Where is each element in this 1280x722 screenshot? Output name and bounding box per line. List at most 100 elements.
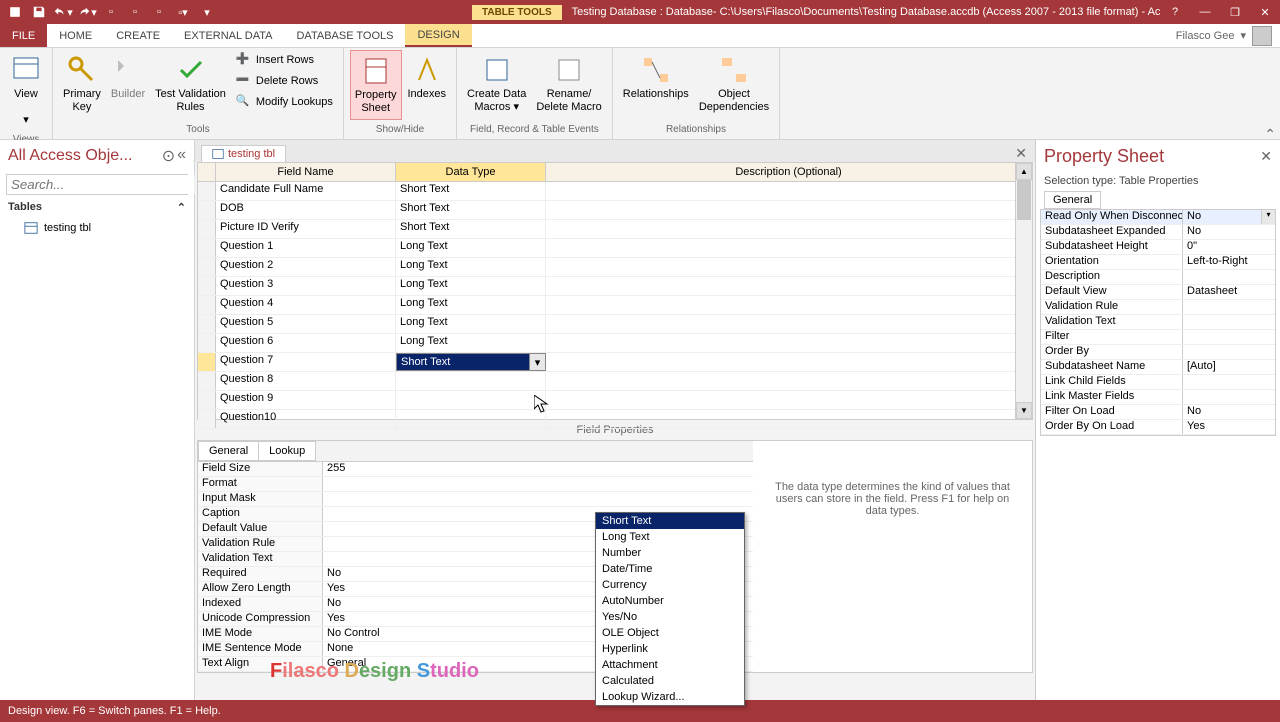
- row-selector[interactable]: [198, 258, 216, 276]
- minimize-icon[interactable]: —: [1190, 0, 1220, 24]
- search-input[interactable]: [7, 175, 194, 194]
- description-cell[interactable]: [546, 258, 1032, 276]
- row-selector[interactable]: [198, 334, 216, 352]
- description-cell[interactable]: [546, 220, 1032, 238]
- description-header[interactable]: Description (Optional): [546, 163, 1032, 181]
- nav-item-testing-tbl[interactable]: testing tbl: [0, 218, 194, 238]
- user-area[interactable]: Filasco Gee ▾: [1176, 24, 1280, 47]
- relationships-button[interactable]: Relationships: [619, 50, 693, 105]
- property-row[interactable]: Subdatasheet ExpandedNo: [1041, 225, 1275, 240]
- close-icon[interactable]: ✕: [1250, 0, 1280, 24]
- ps-value[interactable]: [1183, 300, 1275, 314]
- property-sheet-button[interactable]: Property Sheet: [350, 50, 402, 120]
- property-row[interactable]: Validation Rule: [1041, 300, 1275, 315]
- description-cell[interactable]: [546, 391, 1032, 409]
- property-row[interactable]: Description: [1041, 270, 1275, 285]
- tab-file[interactable]: FILE: [0, 24, 47, 47]
- dropdown-icon[interactable]: ▾: [1261, 210, 1275, 224]
- qat-btn-4[interactable]: ▫▾: [172, 2, 194, 22]
- restore-icon[interactable]: ❐: [1220, 0, 1250, 24]
- doc-tab-testing-tbl[interactable]: testing tbl: [201, 145, 286, 162]
- field-name-cell[interactable]: Question 7: [216, 353, 396, 371]
- ps-value[interactable]: 0": [1183, 240, 1275, 254]
- ps-value[interactable]: Yes: [1183, 420, 1275, 434]
- field-name-cell[interactable]: Question 6: [216, 334, 396, 352]
- undo-icon[interactable]: ▾: [52, 2, 74, 22]
- field-property-row[interactable]: Input Mask: [198, 492, 753, 507]
- description-cell[interactable]: [546, 277, 1032, 295]
- fp-value[interactable]: [323, 477, 753, 491]
- datatype-option[interactable]: Attachment: [596, 657, 744, 673]
- help-icon[interactable]: ?: [1160, 0, 1190, 24]
- doc-close-icon[interactable]: ✕: [1007, 145, 1035, 162]
- data-type-header[interactable]: Data Type: [396, 163, 546, 181]
- row-selector[interactable]: [198, 391, 216, 409]
- field-name-cell[interactable]: Candidate Full Name: [216, 182, 396, 200]
- description-cell[interactable]: [546, 239, 1032, 257]
- data-type-cell[interactable]: Long Text: [396, 258, 546, 276]
- ps-value[interactable]: Left-to-Right: [1183, 255, 1275, 269]
- scroll-thumb[interactable]: [1017, 180, 1031, 220]
- row-selector[interactable]: [198, 220, 216, 238]
- redo-icon[interactable]: ▾: [76, 2, 98, 22]
- property-row[interactable]: Read Only When DisconnectNo▾: [1041, 210, 1275, 225]
- field-name-cell[interactable]: DOB: [216, 201, 396, 219]
- fp-value[interactable]: 255: [323, 462, 753, 476]
- field-row[interactable]: Candidate Full NameShort Text: [198, 182, 1032, 201]
- field-name-header[interactable]: Field Name: [216, 163, 396, 181]
- field-name-cell[interactable]: Question 8: [216, 372, 396, 390]
- ps-value[interactable]: No▾: [1183, 210, 1275, 224]
- property-row[interactable]: Order By: [1041, 345, 1275, 360]
- field-row[interactable]: Question 8: [198, 372, 1032, 391]
- ps-value[interactable]: No: [1183, 405, 1275, 419]
- data-type-cell[interactable]: Short Text: [396, 201, 546, 219]
- ps-value[interactable]: [1183, 330, 1275, 344]
- tab-database-tools[interactable]: DATABASE TOOLS: [284, 24, 405, 47]
- tab-create[interactable]: CREATE: [104, 24, 172, 47]
- nav-group-tables[interactable]: Tables ⌃: [0, 197, 194, 218]
- ps-value[interactable]: [1183, 270, 1275, 284]
- tab-external-data[interactable]: EXTERNAL DATA: [172, 24, 284, 47]
- row-selector-header[interactable]: [198, 163, 216, 181]
- data-type-cell[interactable]: [396, 372, 546, 390]
- datatype-option[interactable]: Long Text: [596, 529, 744, 545]
- ps-value[interactable]: [Auto]: [1183, 360, 1275, 374]
- description-cell[interactable]: [546, 182, 1032, 200]
- grid-scrollbar[interactable]: ▲ ▼: [1015, 163, 1032, 419]
- property-row[interactable]: Filter On LoadNo: [1041, 405, 1275, 420]
- field-row[interactable]: Question 3Long Text: [198, 277, 1032, 296]
- ps-value[interactable]: [1183, 345, 1275, 359]
- datatype-option[interactable]: AutoNumber: [596, 593, 744, 609]
- save-icon[interactable]: [28, 2, 50, 22]
- field-row[interactable]: Question 1Long Text: [198, 239, 1032, 258]
- description-cell[interactable]: [546, 410, 1032, 428]
- description-cell[interactable]: [546, 201, 1032, 219]
- datatype-option[interactable]: Yes/No: [596, 609, 744, 625]
- primary-key-button[interactable]: Primary Key: [59, 50, 105, 118]
- field-name-cell[interactable]: Question 3: [216, 277, 396, 295]
- delete-rows-button[interactable]: ➖Delete Rows: [232, 71, 337, 91]
- row-selector[interactable]: [198, 410, 216, 428]
- collapse-ribbon-icon[interactable]: ⌃: [1264, 126, 1276, 143]
- datatype-option[interactable]: Lookup Wizard...: [596, 689, 744, 705]
- row-selector[interactable]: [198, 353, 216, 371]
- datatype-option[interactable]: Date/Time: [596, 561, 744, 577]
- datatype-option[interactable]: OLE Object: [596, 625, 744, 641]
- datatype-option[interactable]: Number: [596, 545, 744, 561]
- field-row[interactable]: Question10: [198, 410, 1032, 429]
- modify-lookups-button[interactable]: 🔍Modify Lookups: [232, 92, 337, 112]
- qat-customize[interactable]: ▾: [196, 2, 218, 22]
- description-cell[interactable]: [546, 315, 1032, 333]
- data-type-cell[interactable]: [396, 391, 546, 409]
- row-selector[interactable]: [198, 182, 216, 200]
- property-row[interactable]: Validation Text: [1041, 315, 1275, 330]
- scroll-up-icon[interactable]: ▲: [1016, 163, 1032, 180]
- property-row[interactable]: Link Master Fields: [1041, 390, 1275, 405]
- fp-tab-general[interactable]: General: [198, 441, 258, 461]
- property-row[interactable]: OrientationLeft-to-Right: [1041, 255, 1275, 270]
- data-type-cell[interactable]: Long Text: [396, 277, 546, 295]
- description-cell[interactable]: [546, 372, 1032, 390]
- fp-tab-lookup[interactable]: Lookup: [258, 441, 316, 461]
- qat-btn-3[interactable]: ▫: [148, 2, 170, 22]
- object-dependencies-button[interactable]: Object Dependencies: [695, 50, 773, 118]
